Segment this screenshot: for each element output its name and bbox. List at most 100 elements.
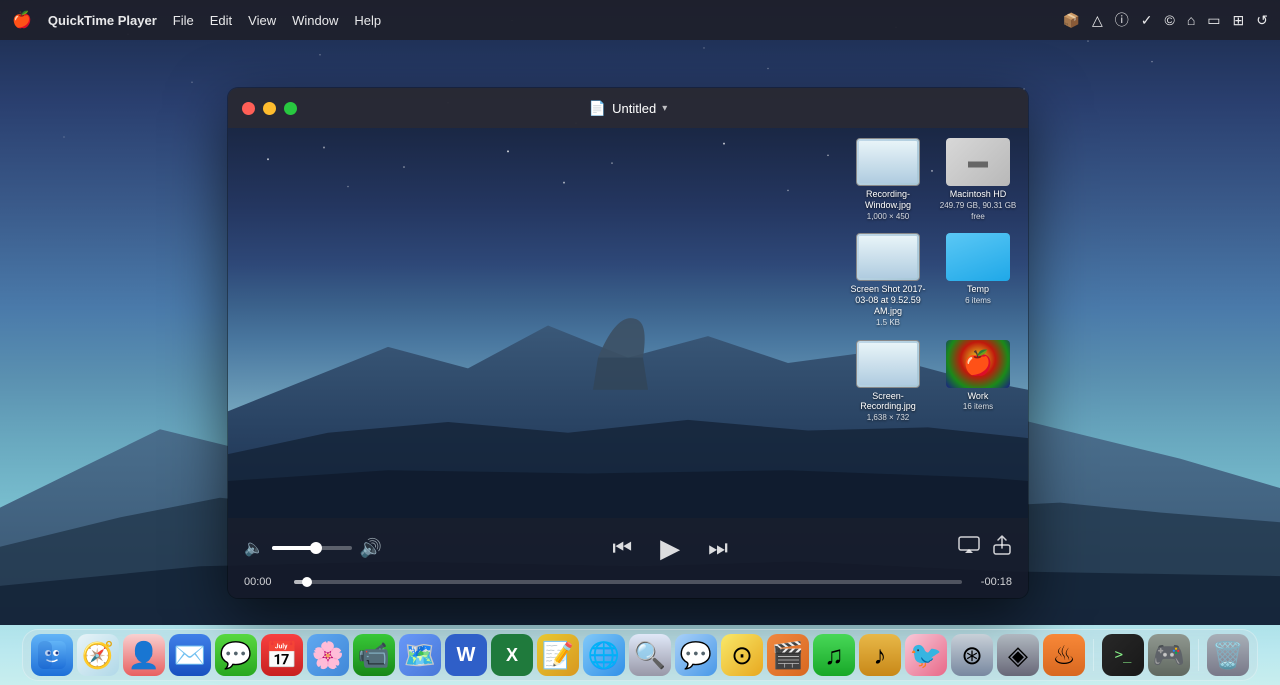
remaining-time-label: -00:18 xyxy=(972,576,1012,588)
home-icon[interactable]: ⌂ xyxy=(1187,12,1195,28)
recording-window-thumbnail xyxy=(856,138,920,186)
macintosh-hd-thumbnail xyxy=(946,138,1010,186)
dock-icon-browser[interactable]: 🌐 xyxy=(583,634,625,676)
dock-icon-spotlight[interactable]: 🔍 xyxy=(629,634,671,676)
dock-icon-misc3[interactable]: ♨ xyxy=(1043,634,1085,676)
progress-area: 00:00 -00:18 xyxy=(244,576,1012,588)
check-icon[interactable]: ✓ xyxy=(1141,12,1153,29)
document-icon: 📄 xyxy=(589,100,606,117)
share-icon xyxy=(992,534,1012,556)
clipboard-icon[interactable]: © xyxy=(1165,12,1175,28)
airplay-button[interactable] xyxy=(958,536,980,560)
desktop-icon-macintosh-hd[interactable]: Macintosh HD249.79 GB, 90.31 GB free xyxy=(938,138,1018,221)
dock-icon-mail[interactable]: ✉️ xyxy=(169,634,211,676)
time-machine-icon[interactable]: ↺ xyxy=(1256,12,1268,29)
menu-help[interactable]: Help xyxy=(354,13,381,28)
airplay-icon xyxy=(958,536,980,554)
menubar-left: 🍎 QuickTime Player File Edit View Window… xyxy=(12,10,381,30)
play-button[interactable]: ▶ xyxy=(656,529,684,568)
video-content: Recording-Window.jpg1,000 × 450 Macintos… xyxy=(228,128,1028,518)
dock-icon-misc2[interactable]: ◈ xyxy=(997,634,1039,676)
dock-icon-spotify[interactable]: ♫ xyxy=(813,634,855,676)
icon-row-3: Screen-Recording.jpg1,638 × 732 🍎 Work16… xyxy=(838,340,1018,423)
work-folder-thumbnail: 🍎 xyxy=(946,340,1010,388)
airplay-menubar-icon[interactable]: ▭ xyxy=(1207,12,1220,29)
dock: 🧭 👤 ✉️ 💬 📅 🌸 📹 🗺️ W X 📝 🌐 🔍 💬 ⊙ 🎬 ♫ ♪ 🐦 … xyxy=(0,615,1280,685)
volume-controls: 🔈 🔊 xyxy=(244,538,382,559)
temp-folder-thumbnail xyxy=(946,233,1010,281)
transport-controls: ⏮ ▶ ⏭ xyxy=(608,529,732,568)
dock-icon-misc1[interactable]: ⊛ xyxy=(951,634,993,676)
maximize-button[interactable] xyxy=(284,102,297,115)
dock-icon-finder[interactable] xyxy=(31,634,73,676)
title-chevron-icon[interactable]: ▾ xyxy=(662,103,667,114)
dock-separator-2 xyxy=(1198,639,1199,671)
icon-row-1: Recording-Window.jpg1,000 × 450 Macintos… xyxy=(838,138,1018,221)
minimize-button[interactable] xyxy=(263,102,276,115)
current-time-label: 00:00 xyxy=(244,576,284,588)
desktop-icons-overlay: Recording-Window.jpg1,000 × 450 Macintos… xyxy=(828,128,1028,518)
dock-icon-maps[interactable]: 🗺️ xyxy=(399,634,441,676)
grid-icon[interactable]: ⊞ xyxy=(1233,12,1245,29)
desktop-icon-screenshot[interactable]: Screen Shot 2017-03-08 at 9.52.59 AM.jpg… xyxy=(848,233,928,327)
progress-bar[interactable] xyxy=(294,580,962,584)
dock-icon-itunes[interactable]: ♪ xyxy=(859,634,901,676)
desktop-icon-recording-window[interactable]: Recording-Window.jpg1,000 × 450 xyxy=(848,138,928,221)
screenshot-label: Screen Shot 2017-03-08 at 9.52.59 AM.jpg… xyxy=(848,284,928,327)
gdrive-icon[interactable]: △ xyxy=(1092,12,1103,29)
desktop-icon-work-folder[interactable]: 🍎 Work16 items xyxy=(938,340,1018,423)
menu-view[interactable]: View xyxy=(248,13,276,28)
controls-top: 🔈 🔊 ⏮ ▶ ⏭ xyxy=(244,529,1012,568)
close-button[interactable] xyxy=(242,102,255,115)
video-area: Recording-Window.jpg1,000 × 450 Macintos… xyxy=(228,128,1028,518)
menubar: 🍎 QuickTime Player File Edit View Window… xyxy=(0,0,1280,40)
volume-slider[interactable] xyxy=(272,546,352,550)
desktop-icon-temp-folder[interactable]: Temp6 items xyxy=(938,233,1018,327)
macintosh-hd-label: Macintosh HD249.79 GB, 90.31 GB free xyxy=(938,189,1018,221)
titlebar: 📄 Untitled ▾ xyxy=(228,88,1028,128)
dock-icon-messages[interactable]: 💬 xyxy=(215,634,257,676)
dock-icon-steam[interactable]: 🎮 xyxy=(1148,634,1190,676)
screen-recording-thumbnail xyxy=(856,340,920,388)
temp-folder-label: Temp6 items xyxy=(965,284,991,306)
dock-icon-safari[interactable]: 🧭 xyxy=(77,634,119,676)
fast-forward-button[interactable]: ⏭ xyxy=(704,531,732,565)
window-title: Untitled xyxy=(612,101,656,116)
dock-icon-vlc[interactable]: 🎬 xyxy=(767,634,809,676)
work-folder-label: Work16 items xyxy=(963,391,993,413)
dock-icon-terminal[interactable]: >_ xyxy=(1102,634,1144,676)
menu-file[interactable]: File xyxy=(173,13,194,28)
quicktime-window: 📄 Untitled ▾ xyxy=(228,88,1028,598)
icon-row-2: Screen Shot 2017-03-08 at 9.52.59 AM.jpg… xyxy=(838,233,1018,327)
finder-face-icon xyxy=(38,641,66,669)
dock-icon-calendar[interactable]: 📅 xyxy=(261,634,303,676)
menu-window[interactable]: Window xyxy=(292,13,338,28)
recording-window-label: Recording-Window.jpg1,000 × 450 xyxy=(848,189,928,221)
screen-recording-label: Screen-Recording.jpg1,638 × 732 xyxy=(848,391,928,423)
dock-separator xyxy=(1093,639,1094,671)
dock-icon-trash[interactable]: 🗑️ xyxy=(1207,634,1249,676)
volume-icon[interactable]: 🔈 xyxy=(244,538,264,558)
dock-icon-word[interactable]: W xyxy=(445,634,487,676)
share-button[interactable] xyxy=(992,534,1012,562)
menu-edit[interactable]: Edit xyxy=(210,13,232,28)
desktop-icon-screen-recording[interactable]: Screen-Recording.jpg1,638 × 732 xyxy=(848,340,928,423)
dock-icon-excel[interactable]: X xyxy=(491,634,533,676)
dropbox-icon[interactable]: 📦 xyxy=(1063,12,1080,29)
dock-icon-slack[interactable]: 💬 xyxy=(675,634,717,676)
rewind-button[interactable]: ⏮ xyxy=(608,531,636,565)
dock-icon-facetime[interactable]: 📹 xyxy=(353,634,395,676)
dock-icon-contacts[interactable]: 👤 xyxy=(123,634,165,676)
dock-icon-notes[interactable]: 📝 xyxy=(537,634,579,676)
apple-logo[interactable]: 🍎 xyxy=(12,10,32,30)
dock-icon-chrome[interactable]: ⊙ xyxy=(721,634,763,676)
dock-container: 🧭 👤 ✉️ 💬 📅 🌸 📹 🗺️ W X 📝 🌐 🔍 💬 ⊙ 🎬 ♫ ♪ 🐦 … xyxy=(22,629,1258,681)
menubar-right: 📦 △ ⓘ ✓ © ⌂ ▭ ⊞ ↺ xyxy=(1063,10,1268,30)
dock-icon-twitter[interactable]: 🐦 xyxy=(905,634,947,676)
progress-thumb xyxy=(302,577,312,587)
window-controls xyxy=(242,102,297,115)
menu-app-name[interactable]: QuickTime Player xyxy=(48,13,157,28)
volume-high-icon[interactable]: 🔊 xyxy=(360,538,382,559)
dock-icon-photos[interactable]: 🌸 xyxy=(307,634,349,676)
info-icon[interactable]: ⓘ xyxy=(1115,10,1129,30)
